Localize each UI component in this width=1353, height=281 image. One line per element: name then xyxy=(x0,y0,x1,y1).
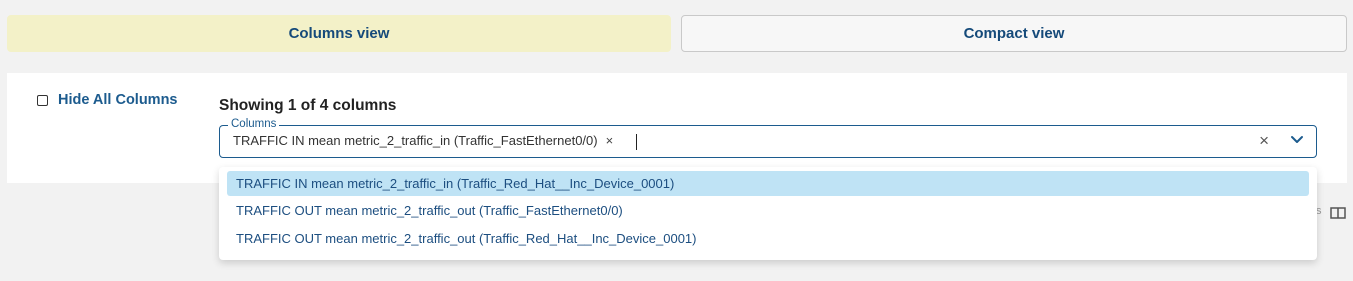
view-toggle: Columns view Compact view xyxy=(7,15,1347,54)
columns-dropdown-menu: TRAFFIC IN mean metric_2_traffic_in (Tra… xyxy=(219,167,1317,260)
columns-field-label: Columns xyxy=(228,117,280,131)
clear-icon[interactable]: × xyxy=(1259,131,1269,151)
columns-select[interactable]: Columns TRAFFIC IN mean metric_2_traffic… xyxy=(219,117,1317,158)
hide-all-label[interactable]: Hide All Columns xyxy=(58,92,178,108)
columns-icon[interactable] xyxy=(1330,207,1346,219)
hide-all-checkbox[interactable] xyxy=(37,94,48,106)
selected-column-chip: TRAFFIC IN mean metric_2_traffic_in (Tra… xyxy=(233,133,613,148)
chip-remove-icon[interactable]: × xyxy=(606,133,614,148)
chip-label: TRAFFIC IN mean metric_2_traffic_in (Tra… xyxy=(233,133,598,148)
dropdown-option[interactable]: TRAFFIC IN mean metric_2_traffic_in (Tra… xyxy=(227,171,1309,196)
compact-view-button[interactable]: Compact view xyxy=(681,15,1347,52)
dropdown-option[interactable]: TRAFFIC OUT mean metric_2_traffic_out (T… xyxy=(227,226,1309,251)
showing-count: Showing 1 of 4 columns xyxy=(219,97,397,114)
hide-all-columns-toggle[interactable]: Hide All Columns xyxy=(37,92,178,108)
dropdown-option[interactable]: TRAFFIC OUT mean metric_2_traffic_out (T… xyxy=(227,198,1309,223)
chevron-down-icon[interactable] xyxy=(1290,135,1304,145)
columns-view-button[interactable]: Columns view xyxy=(7,15,671,52)
text-cursor xyxy=(636,134,637,150)
